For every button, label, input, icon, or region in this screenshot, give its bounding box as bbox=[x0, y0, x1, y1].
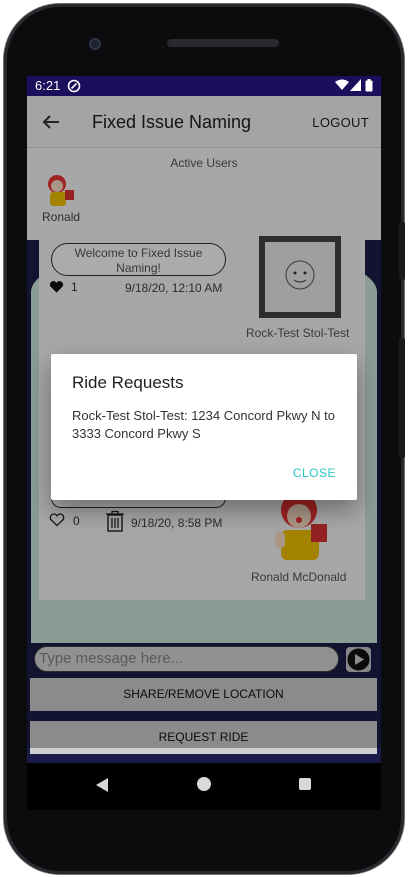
power-button bbox=[399, 338, 405, 458]
nav-recents-icon[interactable] bbox=[299, 778, 311, 790]
dialog-title: Ride Requests bbox=[72, 373, 184, 392]
nav-back-icon[interactable] bbox=[95, 777, 109, 793]
battery-icon bbox=[365, 79, 373, 92]
system-nav-bar bbox=[27, 763, 381, 810]
screen: 6:21 Fixed Issue Naming LOGOUT Active Us… bbox=[27, 76, 381, 810]
close-button[interactable]: CLOSE bbox=[293, 466, 336, 480]
notification-icon bbox=[67, 79, 81, 93]
ride-requests-dialog: Ride Requests Rock-Test Stol-Test: 1234 … bbox=[51, 354, 357, 500]
front-camera bbox=[89, 38, 101, 50]
wifi-icon bbox=[335, 79, 349, 90]
signal-icon bbox=[350, 79, 361, 91]
volume-button bbox=[399, 222, 405, 280]
status-bar: 6:21 bbox=[27, 76, 381, 96]
status-time: 6:21 bbox=[35, 78, 61, 93]
dialog-message: Rock-Test Stol-Test: 1234 Concord Pkwy N… bbox=[72, 408, 335, 441]
nav-home-icon[interactable] bbox=[197, 777, 211, 791]
earpiece-speaker bbox=[167, 39, 279, 47]
